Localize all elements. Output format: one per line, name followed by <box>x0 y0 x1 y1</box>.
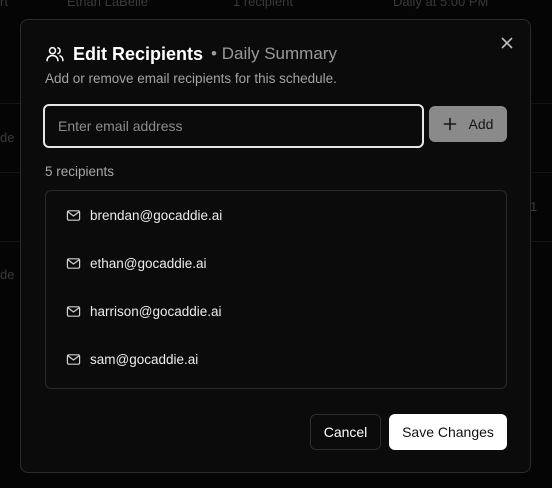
background-cell: rt <box>0 0 8 9</box>
add-button-label: Add <box>468 116 494 132</box>
save-changes-button[interactable]: Save Changes <box>389 414 507 450</box>
close-icon[interactable] <box>499 35 515 51</box>
mail-icon <box>66 209 81 221</box>
recipient-email: harrison@gocaddie.ai <box>90 303 222 319</box>
dialog-header: Edit Recipients • Daily Summary <box>45 42 337 66</box>
background-cell: de <box>0 130 15 145</box>
background-cell: 1 recipient <box>233 0 293 9</box>
dialog-title: Edit Recipients <box>73 43 204 64</box>
recipient-email: ethan@gocaddie.ai <box>90 255 207 271</box>
cancel-button[interactable]: Cancel <box>310 414 381 450</box>
recipient-email: brendan@gocaddie.ai <box>90 207 223 223</box>
email-input[interactable] <box>43 104 424 148</box>
recipient-count: 5 recipients <box>45 164 115 179</box>
list-item[interactable]: sam@gocaddie.ai <box>66 350 198 368</box>
background-cell: Daily at 5:00 PM <box>393 0 489 9</box>
mail-icon <box>66 305 81 317</box>
users-icon <box>45 44 65 64</box>
edit-recipients-dialog: Edit Recipients • Daily Summary Add or r… <box>20 19 531 473</box>
add-button[interactable]: Add <box>429 106 507 142</box>
recipient-list: brendan@gocaddie.ai ethan@gocaddie.ai ha… <box>45 190 507 389</box>
plus-icon <box>443 117 456 131</box>
background-cell: Ethan LaBelle <box>67 0 148 9</box>
list-item[interactable]: ethan@gocaddie.ai <box>66 254 207 272</box>
mail-icon <box>66 353 81 365</box>
background-cell: de <box>0 267 15 282</box>
dialog-description: Add or remove email recipients for this … <box>45 71 337 86</box>
dialog-subtitle: • Daily Summary <box>211 44 337 63</box>
recipient-email: sam@gocaddie.ai <box>90 351 199 367</box>
mail-icon <box>66 257 81 269</box>
background-cell: 1 <box>530 199 538 214</box>
list-item[interactable]: brendan@gocaddie.ai <box>66 206 222 224</box>
list-item[interactable]: harrison@gocaddie.ai <box>66 302 222 320</box>
